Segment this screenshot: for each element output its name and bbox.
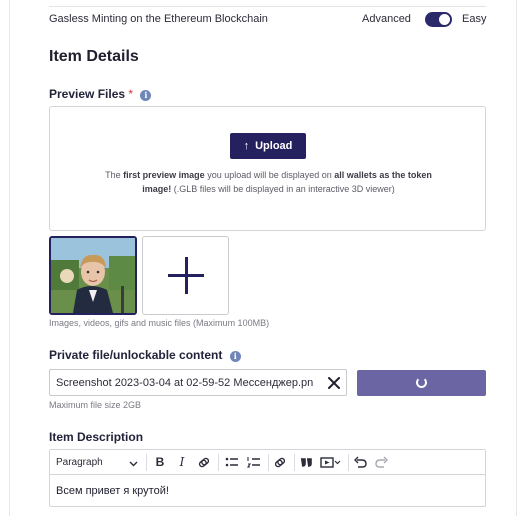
minting-title: Gasless Minting on the Ethereum Blockcha…: [49, 13, 268, 25]
preview-thumbnail[interactable]: [49, 236, 137, 315]
info-icon[interactable]: i: [229, 351, 241, 362]
top-divider: [49, 6, 486, 7]
mode-advanced-label[interactable]: Advanced: [362, 13, 411, 25]
upload-note-bold-1: first preview image: [123, 170, 205, 180]
info-icon[interactable]: i: [140, 90, 152, 101]
block-format-label: Paragraph: [56, 457, 103, 468]
toolbar-divider: [268, 454, 269, 471]
minting-mode-row: Gasless Minting on the Ethereum Blockcha…: [49, 12, 486, 30]
undo-icon[interactable]: [352, 454, 368, 471]
private-file-name: Screenshot 2023-03-04 at 02-59-52 Мессен…: [56, 377, 314, 389]
quote-icon[interactable]: [298, 454, 314, 471]
private-file-upload-button[interactable]: [357, 370, 486, 396]
loading-spinner-icon: [416, 377, 427, 388]
preview-files-label: Preview Files * i: [49, 87, 152, 101]
media-embed-icon[interactable]: [320, 454, 342, 471]
description-content[interactable]: Всем привет я крутой!: [56, 485, 169, 497]
italic-icon[interactable]: I: [174, 454, 190, 471]
max-file-size-note: Maximum file size 2GB: [49, 400, 142, 410]
upload-dropzone[interactable]: ↑ Upload The first preview image you uplo…: [49, 106, 486, 231]
mode-toggle[interactable]: [425, 12, 452, 27]
preview-files-label-text: Preview Files: [49, 87, 126, 101]
preview-photo: [51, 238, 135, 313]
bullet-list-icon[interactable]: [224, 454, 240, 471]
upload-note-text-3: (.GLB files will be displayed in an inte…: [171, 184, 395, 194]
section-title: Item Details: [49, 48, 139, 65]
add-file-button[interactable]: [142, 236, 229, 315]
left-divider: [9, 0, 10, 516]
toolbar-divider: [146, 454, 147, 471]
private-file-label-text: Private file/unlockable content: [49, 348, 223, 362]
upload-arrow-icon: ↑: [243, 140, 250, 152]
upload-note-text-1: The: [105, 170, 124, 180]
toolbar-divider: [294, 454, 295, 471]
private-file-label: Private file/unlockable content i: [49, 348, 241, 362]
chevron-down-icon: [129, 461, 138, 467]
description-editor[interactable]: Paragraph B I Всем привет я крутой!: [49, 449, 486, 507]
required-mark: *: [128, 87, 134, 101]
bold-icon[interactable]: B: [152, 454, 168, 471]
page: Gasless Minting on the Ethereum Blockcha…: [0, 0, 526, 516]
toolbar-divider: [218, 454, 219, 471]
file-types-note: Images, videos, gifs and music files (Ma…: [49, 318, 270, 328]
link-icon[interactable]: [272, 454, 288, 471]
close-icon[interactable]: [326, 375, 342, 391]
toggle-knob: [439, 14, 450, 25]
block-format-select[interactable]: Paragraph: [56, 454, 140, 471]
plus-icon-vertical: [185, 257, 188, 294]
upload-button-label: Upload: [255, 140, 293, 152]
upload-note: The first preview image you upload will …: [100, 168, 437, 196]
link-icon[interactable]: [196, 454, 212, 471]
numbered-list-icon[interactable]: [246, 454, 262, 471]
mode-easy-label[interactable]: Easy: [462, 13, 486, 25]
private-file-input[interactable]: Screenshot 2023-03-04 at 02-59-52 Мессен…: [49, 369, 347, 396]
toolbar-divider: [348, 454, 349, 471]
editor-toolbar: Paragraph B I: [50, 450, 485, 475]
right-divider: [516, 0, 517, 516]
item-description-label: Item Description: [49, 430, 144, 444]
upload-button[interactable]: ↑ Upload: [230, 133, 306, 159]
redo-icon[interactable]: [374, 454, 390, 471]
upload-note-text-2: you upload will be displayed on: [204, 170, 335, 180]
